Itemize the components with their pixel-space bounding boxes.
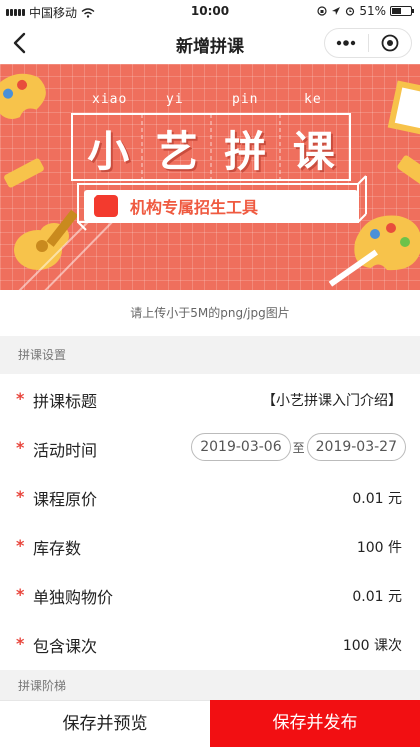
stock-label: 库存数 (33, 539, 82, 558)
date-separator: 至 (292, 440, 305, 455)
banner-slogan: 机构专属招生工具 (84, 190, 358, 222)
cover-banner[interactable]: xiao yi pin ke 小 艺 拼 课 机构专属招生工具 (0, 64, 420, 290)
battery-fill (392, 8, 402, 14)
time-label: 活动时间 (33, 441, 98, 460)
required-mark: * (16, 438, 25, 457)
easel-icon (387, 80, 420, 136)
more-dots-icon (337, 40, 356, 46)
lessons-value[interactable]: 100 课次 (343, 635, 402, 655)
required-mark: * (16, 487, 25, 506)
banner-title-char: 课 (292, 126, 335, 176)
battery-icon (390, 6, 414, 16)
price-label: 课程原价 (33, 490, 98, 509)
required-mark: * (16, 536, 25, 555)
location-icon (332, 7, 341, 15)
banner-title: 小 艺 拼 课 (74, 118, 348, 178)
required-mark: * (16, 634, 25, 653)
start-date-picker[interactable]: 2019-03-06 (191, 433, 291, 461)
brand-logo (84, 190, 118, 217)
guitar-icon (14, 209, 79, 270)
single-price-label: 单独购物价 (33, 588, 114, 607)
form-row-single-price[interactable]: * 单独购物价 0.01 元 (0, 570, 420, 619)
battery-percent: 51% (359, 4, 386, 18)
price-value[interactable]: 0.01 元 (352, 488, 402, 508)
target-circle-icon (381, 34, 399, 52)
form-row-stock[interactable]: * 库存数 100 件 (0, 521, 420, 570)
slogan-text: 机构专属招生工具 (130, 198, 259, 217)
banner-title-char: 小 (87, 126, 130, 176)
bottom-action-bar: 保存并预览 保存并发布 (0, 700, 420, 747)
crayon-icon (4, 158, 44, 188)
lessons-label: 包含课次 (33, 637, 98, 656)
more-button[interactable] (325, 29, 368, 57)
pinyin-pin: pin (232, 92, 259, 107)
status-right: 51% (317, 4, 414, 18)
pinyin-xiao: xiao (92, 92, 128, 107)
title-value[interactable]: 【小艺拼课入门介绍】 (262, 390, 402, 410)
close-button[interactable] (369, 29, 412, 57)
end-date-picker[interactable]: 2019-03-27 (306, 433, 406, 461)
title-label: 拼课标题 (33, 392, 98, 411)
save-preview-button[interactable]: 保存并预览 (0, 700, 210, 747)
nav-bar: 新增拼课 (0, 22, 420, 64)
section-settings-header: 拼课设置 (0, 336, 420, 374)
heart-logo-icon (84, 190, 98, 201)
save-publish-button[interactable]: 保存并发布 (210, 700, 420, 747)
form-row-price[interactable]: * 课程原价 0.01 元 (0, 472, 420, 521)
mini-program-capsule (324, 28, 412, 58)
banner-title-char: 艺 (155, 126, 198, 176)
form-row-title[interactable]: * 拼课标题 【小艺拼课入门介绍】 (0, 374, 420, 423)
form-row-time: * 活动时间 2019-03-06 至 2019-03-27 (0, 423, 420, 472)
form-row-lessons[interactable]: * 包含课次 100 课次 (0, 619, 420, 668)
lock-rotation-icon (317, 6, 327, 16)
marker-icon (397, 155, 420, 185)
single-price-value[interactable]: 0.01 元 (352, 586, 402, 606)
palette-icon-right (328, 215, 420, 287)
required-mark: * (16, 585, 25, 604)
required-mark: * (16, 389, 25, 408)
banner-title-char: 拼 (224, 126, 267, 176)
pinyin-yi: yi (166, 92, 184, 107)
date-range: 2019-03-06 至 2019-03-27 (191, 433, 406, 461)
upload-hint: 请上传小于5M的png/jpg图片 (0, 290, 420, 336)
stock-value[interactable]: 100 件 (357, 537, 402, 557)
settings-form: * 拼课标题 【小艺拼课入门介绍】 * 活动时间 2019-03-06 至 20… (0, 374, 420, 670)
section-tiers-header: 拼课阶梯 (0, 670, 420, 702)
pinyin-ke: ke (304, 92, 322, 107)
palette-icon-left (0, 73, 46, 119)
alarm-icon (346, 7, 355, 16)
status-bar: 中国移动 10:00 51% (0, 0, 420, 22)
